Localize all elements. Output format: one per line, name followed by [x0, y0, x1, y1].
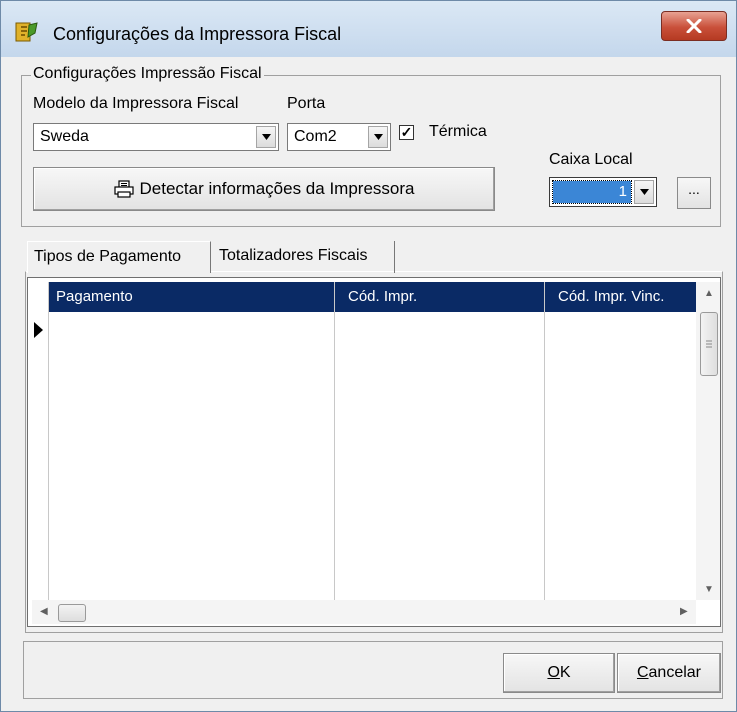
port-select[interactable]: Com2 [287, 123, 391, 151]
model-select[interactable]: Sweda [33, 123, 279, 151]
caixa-local-label: Caixa Local [549, 151, 633, 168]
scroll-right-arrow-icon[interactable]: ▶ [680, 606, 688, 617]
vertical-scroll-thumb[interactable] [700, 312, 718, 376]
ok-label: K [559, 664, 571, 681]
payment-grid[interactable]: Pagamento Cód. Impr. Cód. Impr. Vinc. ▲ … [27, 277, 721, 627]
detect-printer-button[interactable]: Detectar informações da Impressora [33, 167, 495, 211]
chevron-down-icon [639, 189, 649, 195]
close-icon [686, 19, 702, 33]
chevron-down-icon [261, 134, 271, 140]
title-bar[interactable]: Configurações da Impressora Fiscal [1, 1, 736, 57]
model-label: Modelo da Impressora Fiscal [33, 95, 239, 112]
scroll-down-arrow-icon[interactable]: ▼ [704, 584, 714, 595]
caixa-local-select[interactable]: 1 [549, 177, 657, 207]
scroll-left-arrow-icon[interactable]: ◀ [40, 606, 48, 617]
grid-divider [48, 282, 49, 602]
grip-icon [706, 340, 712, 348]
dialog-window: Configurações da Impressora Fiscal Confi… [0, 0, 737, 712]
port-label: Porta [287, 95, 326, 112]
cancel-label: ancelar [648, 664, 702, 681]
vertical-scrollbar[interactable]: ▲ ▼ [696, 282, 720, 600]
cancel-mnemonic: C [636, 664, 649, 681]
scroll-up-arrow-icon[interactable]: ▲ [704, 288, 714, 299]
horizontal-scrollbar[interactable]: ◀ ▶ [32, 600, 696, 624]
chevron-down-icon [373, 134, 383, 140]
column-header-cod-impr-vinc[interactable]: Cód. Impr. Vinc. [558, 288, 664, 305]
cancel-button[interactable]: Cancelar [617, 653, 721, 693]
column-header-cod-impr[interactable]: Cód. Impr. [348, 288, 417, 305]
column-header-pagamento[interactable]: Pagamento [56, 288, 133, 305]
model-dropdown-button[interactable] [256, 126, 276, 148]
port-select-value: Com2 [294, 128, 337, 145]
port-dropdown-button[interactable] [368, 126, 388, 148]
tab-totalizadores-fiscais[interactable]: Totalizadores Fiscais [213, 241, 395, 273]
ok-button[interactable]: OK [503, 653, 615, 693]
row-pointer-icon [34, 322, 43, 338]
caixa-dropdown-button[interactable] [634, 180, 654, 204]
tab-tipos-de-pagamento[interactable]: Tipos de Pagamento [27, 241, 211, 273]
grid-divider [334, 282, 335, 602]
detect-printer-label: Detectar informações da Impressora [139, 179, 415, 198]
caixa-browse-button[interactable]: ... [677, 177, 711, 209]
model-select-value: Sweda [40, 128, 89, 145]
printer-icon [113, 180, 134, 198]
caixa-local-value: 1 [618, 183, 627, 200]
window-title: Configurações da Impressora Fiscal [53, 24, 342, 44]
app-icon [15, 22, 38, 42]
grid-divider [544, 282, 545, 602]
grid-header: Pagamento Cód. Impr. Cód. Impr. Vinc. [48, 282, 696, 312]
close-button[interactable] [661, 11, 727, 41]
caixa-local-selected: 1 [552, 180, 632, 204]
horizontal-scroll-thumb[interactable] [58, 604, 86, 622]
thermal-checkbox[interactable]: ✓ [399, 125, 414, 140]
ok-mnemonic: O [547, 664, 560, 681]
thermal-label: Térmica [429, 123, 487, 140]
group-legend: Configurações Impressão Fiscal [31, 65, 264, 83]
